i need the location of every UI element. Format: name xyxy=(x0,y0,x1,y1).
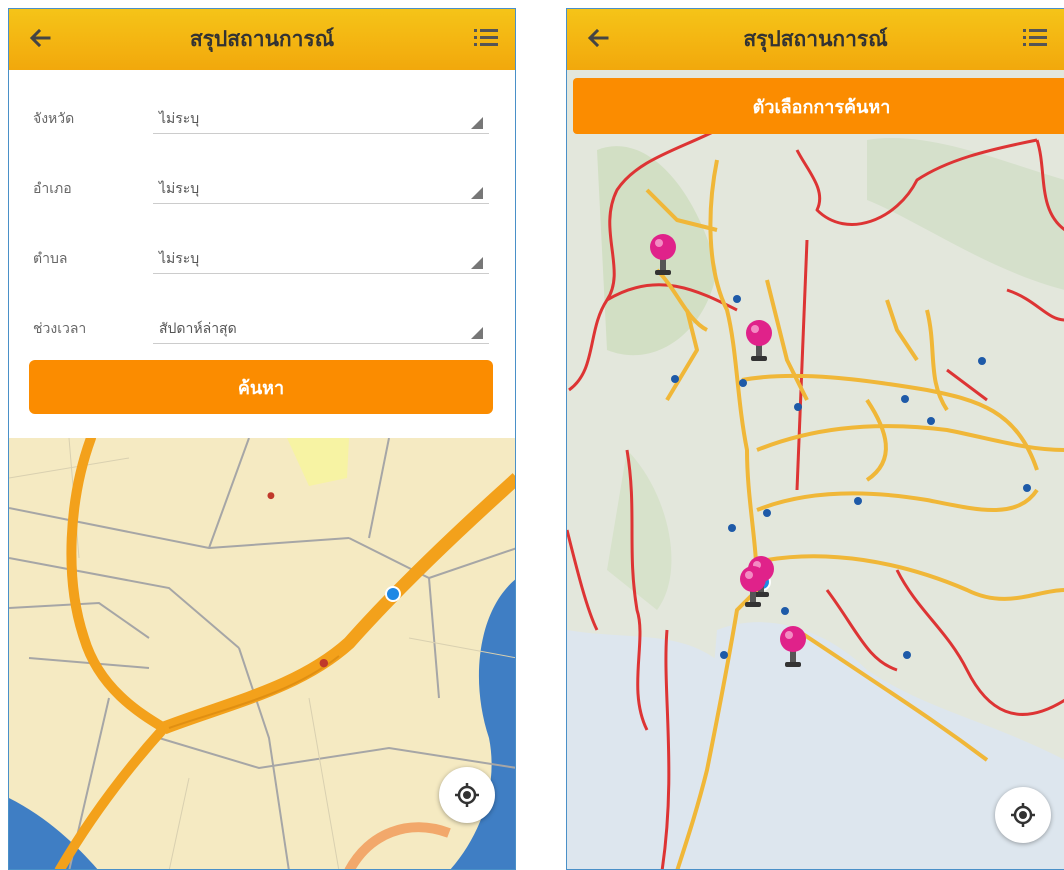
back-button[interactable] xyxy=(23,21,57,55)
page-title: สรุปสถานการณ์ xyxy=(189,27,335,51)
app-bar: สรุปสถานการณ์ xyxy=(9,9,515,70)
crosshair-icon xyxy=(1011,803,1035,827)
search-button[interactable]: ค้นหา xyxy=(29,360,493,414)
district-select[interactable]: ไม่ระบุ xyxy=(153,168,489,204)
subdistrict-value: ไม่ระบุ xyxy=(159,251,200,267)
search-screen: สรุปสถานการณ์ จังหวัด ไม่ระบุ อำเภอ ไม่ร… xyxy=(8,8,516,870)
menu-button[interactable] xyxy=(469,21,503,55)
app-bar: สรุปสถานการณ์ xyxy=(567,9,1064,70)
dropdown-triangle-icon xyxy=(471,327,483,339)
subdistrict-label: ตำบล xyxy=(33,251,68,267)
subdistrict-select[interactable]: ไม่ระบุ xyxy=(153,238,489,274)
locate-me-button[interactable] xyxy=(995,787,1051,843)
dropdown-triangle-icon xyxy=(471,257,483,269)
street-map[interactable]: ● ● xyxy=(9,438,515,869)
country-map-graphic xyxy=(567,70,1064,869)
dropdown-triangle-icon xyxy=(471,187,483,199)
period-value: สัปดาห์ล่าสุด xyxy=(159,321,237,337)
dropdown-triangle-icon xyxy=(471,117,483,129)
country-map[interactable] xyxy=(567,70,1064,869)
location-pin-icon[interactable] xyxy=(647,232,679,278)
district-value: ไม่ระบุ xyxy=(159,181,200,197)
location-pin-icon[interactable] xyxy=(743,318,775,364)
search-options-label: ตัวเลือกการค้นหา xyxy=(752,96,891,118)
province-label: จังหวัด xyxy=(33,111,75,127)
list-icon xyxy=(474,29,498,46)
subdistrict-row: ตำบล ไม่ระบุ xyxy=(9,210,515,280)
province-row: จังหวัด ไม่ระบุ xyxy=(9,70,515,140)
period-row: ช่วงเวลา สัปดาห์ล่าสุด xyxy=(9,280,515,350)
back-button[interactable] xyxy=(581,21,615,55)
svg-text:●: ● xyxy=(319,656,329,669)
map-screen: สรุปสถานการณ์ ตัวเลือกการค้นหา xyxy=(566,8,1064,870)
svg-text:●: ● xyxy=(267,491,275,501)
period-select[interactable]: สัปดาห์ล่าสุด xyxy=(153,308,489,344)
arrow-left-icon xyxy=(29,28,51,48)
period-label: ช่วงเวลา xyxy=(33,321,87,337)
location-pin-icon[interactable] xyxy=(777,624,809,670)
search-options-button[interactable]: ตัวเลือกการค้นหา xyxy=(573,78,1064,134)
search-button-label: ค้นหา xyxy=(237,377,285,399)
locate-me-button[interactable] xyxy=(439,767,495,823)
province-select[interactable]: ไม่ระบุ xyxy=(153,98,489,134)
street-map-graphic: ● ● xyxy=(9,438,515,869)
crosshair-icon xyxy=(455,783,479,807)
arrow-left-icon xyxy=(587,28,609,48)
page-title: สรุปสถานการณ์ xyxy=(743,27,888,51)
location-pin-icon[interactable] xyxy=(737,564,769,610)
menu-button[interactable] xyxy=(1018,21,1052,55)
district-label: อำเภอ xyxy=(33,181,72,197)
list-icon xyxy=(1023,29,1047,46)
district-row: อำเภอ ไม่ระบุ xyxy=(9,140,515,210)
province-value: ไม่ระบุ xyxy=(159,111,200,127)
filter-form: จังหวัด ไม่ระบุ อำเภอ ไม่ระบุ ตำบล ไม่ระ… xyxy=(9,70,515,438)
